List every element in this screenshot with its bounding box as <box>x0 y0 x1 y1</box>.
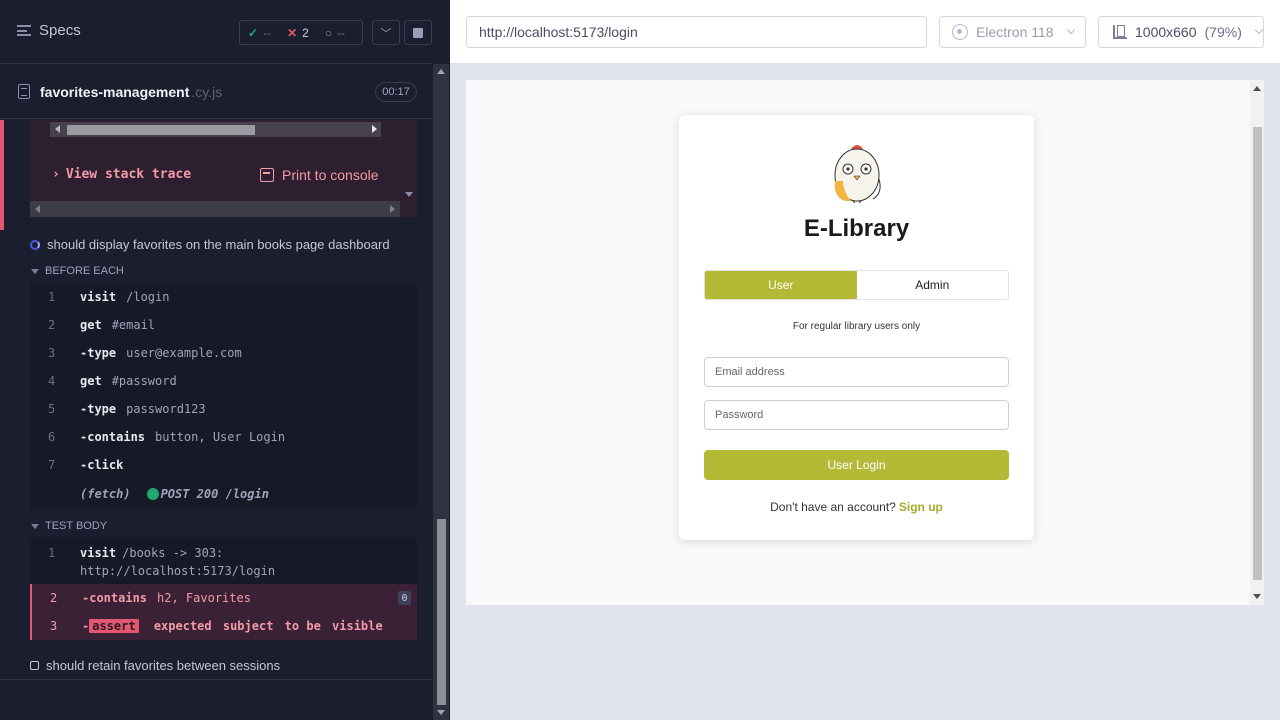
aut-viewport: E-Library User Admin For regular library… <box>466 80 1264 605</box>
scroll-right-icon <box>372 125 377 133</box>
scroll-left-icon <box>55 125 60 133</box>
caret-down-icon <box>31 268 39 274</box>
before-each-commands: 1 visit/login 2 get #email 3 -type user@ex… <box>30 283 417 509</box>
check-icon: ✓ <box>248 25 259 40</box>
running-spinner-icon <box>30 239 40 250</box>
pending-square-icon <box>30 661 39 670</box>
before-each-hook-header[interactable]: BEFORE EACH <box>31 265 124 277</box>
scroll-left-icon <box>35 205 40 213</box>
stat-passed: ✓ -- <box>248 25 272 40</box>
stop-button[interactable] <box>404 20 432 45</box>
test-body-header[interactable]: TEST BODY <box>31 520 107 532</box>
scroll-thumb[interactable] <box>67 125 255 135</box>
email-field[interactable]: Email address <box>704 357 1009 387</box>
failed-assert-row[interactable]: 3 - assert expected subject to be visible <box>30 612 417 640</box>
assert-tag: assert <box>89 619 139 633</box>
app-under-test-panel: http://localhost:5173/login Electron 118… <box>450 0 1280 720</box>
fetch-event-row[interactable]: (fetch) POST 200 /login <box>30 479 417 509</box>
expand-toggle-button[interactable]: ﹀ <box>372 20 400 45</box>
command-row[interactable]: 5 -type password123 <box>30 395 417 423</box>
failed-command-row[interactable]: 2 -contains h2, Favorites 0 <box>30 584 417 612</box>
code-frame-scrollbar[interactable] <box>50 122 381 137</box>
viewport-scrollbar[interactable] <box>1250 80 1264 605</box>
test-stats: ✓ -- ✕ 2 ○ -- <box>239 20 363 45</box>
pending-test-title[interactable]: should retain favorites between sessions <box>30 658 280 673</box>
command-row[interactable]: 3 -type user@example.com <box>30 339 417 367</box>
reporter-scrollbar[interactable] <box>433 64 449 720</box>
command-row[interactable]: 1 visit/login <box>30 283 417 311</box>
ruler-icon <box>1113 25 1127 39</box>
spec-file-name[interactable]: favorites-management .cy.js <box>40 84 222 100</box>
stat-pending: ○ -- <box>324 25 346 40</box>
caret-down-icon <box>31 523 39 529</box>
scroll-down-icon <box>405 192 413 197</box>
scroll-up-icon <box>437 69 445 74</box>
command-row[interactable]: 7 -click <box>30 451 417 479</box>
view-stack-trace-button[interactable]: › View stack trace <box>52 167 191 182</box>
terminal-icon <box>260 168 274 182</box>
document-icon <box>18 84 30 99</box>
running-test-title[interactable]: should display favorites on the main boo… <box>30 237 390 252</box>
chevron-down-icon <box>1066 25 1075 35</box>
stop-icon <box>413 27 423 38</box>
divider <box>0 679 433 680</box>
electron-icon <box>952 24 968 40</box>
scroll-down-icon <box>437 710 445 715</box>
reporter-header: Specs ✓ -- ✕ 2 ○ -- ﹀ <box>0 0 433 64</box>
role-tabs: User Admin <box>704 270 1009 300</box>
scroll-down-icon <box>1253 594 1261 599</box>
pending-icon: ○ <box>324 25 333 40</box>
reporter-panel: Specs ✓ -- ✕ 2 ○ -- ﹀ favorites-manageme… <box>0 0 450 720</box>
chevron-right-icon: › <box>52 167 60 182</box>
scroll-up-icon <box>1253 86 1261 91</box>
command-row[interactable]: 1 visit/books -> 303: http://localhost:5… <box>30 538 417 584</box>
error-indicator <box>0 120 4 230</box>
url-bar[interactable]: http://localhost:5173/login <box>466 16 927 48</box>
specs-toggle[interactable]: Specs <box>17 22 81 39</box>
stat-failed: ✕ 2 <box>287 25 309 40</box>
scroll-right-icon <box>390 205 395 213</box>
match-count-badge: 0 <box>398 591 411 605</box>
error-vertical-scrollbar[interactable] <box>401 120 417 200</box>
user-login-button[interactable]: User Login <box>704 450 1009 480</box>
command-row[interactable]: 6 -contains button, User Login <box>30 423 417 451</box>
scroll-thumb[interactable] <box>437 519 446 705</box>
signup-prompt: Don't have an account? Sign up <box>770 500 943 514</box>
command-row[interactable]: 2 get #email <box>30 311 417 339</box>
error-panel: › View stack trace Print to console <box>0 120 417 230</box>
print-to-console-button[interactable]: Print to console <box>260 167 379 183</box>
browser-selector[interactable]: Electron 118 <box>939 16 1086 48</box>
x-icon: ✕ <box>287 25 298 40</box>
signup-link[interactable]: Sign up <box>899 500 943 514</box>
role-description: For regular library users only <box>792 321 921 332</box>
mascot-logo <box>834 145 881 203</box>
error-horizontal-scrollbar[interactable] <box>30 201 400 217</box>
status-dot-icon <box>146 488 159 500</box>
app-brand-title: E-Library <box>803 215 910 242</box>
scroll-thumb[interactable] <box>1253 127 1262 580</box>
command-row[interactable]: 4 get #password <box>30 367 417 395</box>
tab-admin[interactable]: Admin <box>856 271 1008 299</box>
viewport-selector[interactable]: 1000x660 (79%) <box>1098 16 1264 48</box>
menu-icon <box>17 25 31 36</box>
password-field[interactable]: Password <box>704 400 1009 430</box>
cypress-runner: Specs ✓ -- ✕ 2 ○ -- ﹀ favorites-manageme… <box>0 0 1280 720</box>
specs-label: Specs <box>39 22 81 39</box>
spec-duration: 00:17 <box>375 82 417 102</box>
login-card: E-Library User Admin For regular library… <box>679 115 1034 540</box>
chevron-down-icon <box>1254 25 1264 35</box>
chevron-down-icon: ﹀ <box>380 27 392 40</box>
tab-user[interactable]: User <box>705 271 857 299</box>
test-body-commands: 1 visit/books -> 303: http://localhost:5… <box>30 538 417 640</box>
aut-toolbar: http://localhost:5173/login Electron 118… <box>450 0 1280 64</box>
